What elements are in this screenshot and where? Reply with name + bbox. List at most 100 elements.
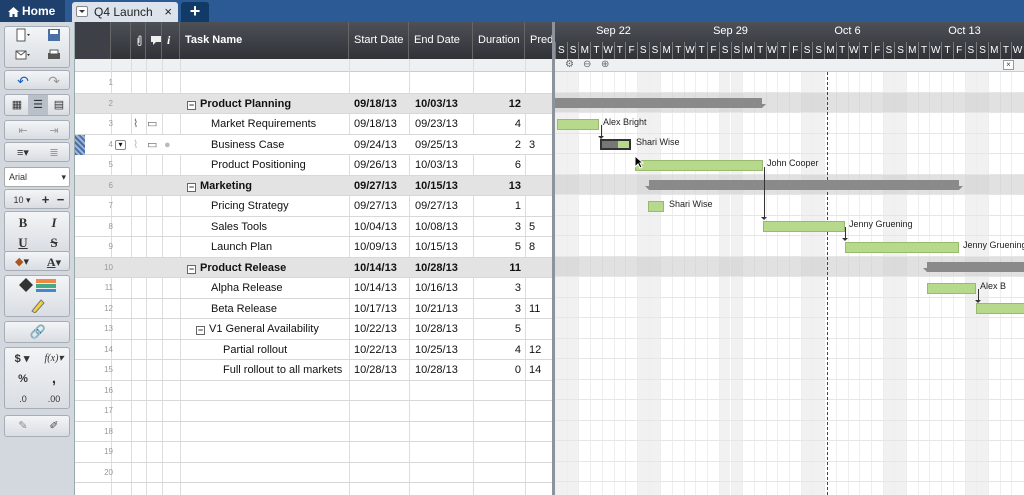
predecessors-cell[interactable] — [529, 463, 552, 483]
duration-cell[interactable]: 3 — [473, 217, 521, 237]
table-row[interactable]: 13− V1 General Availability 10/22/13 10/28/… — [75, 319, 552, 340]
collapse-toggle-icon[interactable]: − — [187, 264, 196, 274]
conditional-format-button[interactable] — [7, 277, 69, 297]
duration-cell[interactable] — [473, 463, 521, 483]
predecessors-cell[interactable] — [529, 278, 552, 298]
start-date-cell[interactable]: 09/26/13 — [354, 155, 408, 175]
end-date-cell[interactable] — [415, 73, 473, 93]
end-date-header[interactable]: End Date — [409, 22, 473, 59]
end-date-cell[interactable]: 10/28/13 — [415, 360, 473, 380]
info-header[interactable]: i — [162, 22, 180, 59]
table-row[interactable]: 9 Launch Plan 10/09/13 10/15/13 5 8 — [75, 237, 552, 258]
comment-icon[interactable]: ▭ — [147, 114, 157, 134]
start-date-cell[interactable]: 09/18/13 — [354, 94, 408, 114]
end-date-cell[interactable]: 10/28/13 — [415, 319, 473, 339]
duration-cell[interactable]: 3 — [473, 278, 521, 298]
table-row[interactable]: 1 — [75, 73, 552, 94]
start-date-cell[interactable]: 10/14/13 — [354, 258, 408, 278]
strikethrough-button[interactable]: S — [41, 233, 67, 253]
start-date-cell[interactable] — [354, 442, 408, 462]
duration-cell[interactable]: 11 — [473, 258, 521, 278]
duration-cell[interactable] — [473, 422, 521, 442]
comment-icon[interactable]: ▭ — [147, 135, 157, 155]
highlight-changes-button[interactable] — [7, 297, 69, 317]
start-date-cell[interactable]: 10/09/13 — [354, 237, 408, 257]
decrease-font-icon[interactable]: − — [53, 190, 68, 210]
start-date-cell[interactable]: 09/27/13 — [354, 196, 408, 216]
row-menu-dropdown[interactable]: ▾ — [115, 139, 126, 150]
duration-cell[interactable]: 1 — [473, 196, 521, 216]
start-date-cell[interactable]: 10/28/13 — [354, 360, 408, 380]
increase-decimal-button[interactable]: .00 — [41, 389, 67, 409]
currency-button[interactable]: $ ▾ — [7, 349, 37, 369]
table-row[interactable]: 20 — [75, 463, 552, 483]
end-date-cell[interactable]: 10/15/13 — [415, 237, 473, 257]
start-date-cell[interactable] — [354, 73, 408, 93]
zoom-in-icon[interactable]: ⊕ — [601, 59, 609, 71]
new-sheet-button[interactable] — [9, 28, 37, 48]
duration-cell[interactable]: 2 — [473, 135, 521, 155]
close-gantt-icon[interactable]: × — [1003, 60, 1014, 70]
task-name-cell[interactable]: − Product Release — [187, 258, 355, 278]
predecessors-cell[interactable]: 11 — [529, 299, 552, 319]
table-row[interactable]: 17 — [75, 401, 552, 422]
table-row[interactable]: 12 Beta Release 10/17/13 10/21/13 3 11 — [75, 299, 552, 319]
duration-cell[interactable]: 4 — [473, 340, 521, 360]
summary-bar-product-release[interactable] — [923, 262, 1024, 272]
end-date-cell[interactable]: 09/23/13 — [415, 114, 473, 134]
text-color-button[interactable]: A▾ — [39, 252, 69, 272]
duration-cell[interactable]: 0 — [473, 360, 521, 380]
save-button[interactable] — [41, 28, 67, 48]
start-date-cell[interactable] — [354, 381, 408, 401]
table-row[interactable]: 11 Alpha Release 10/14/13 10/16/13 3 — [75, 278, 552, 299]
italic-button[interactable]: I — [41, 213, 67, 233]
bold-button[interactable]: B — [9, 213, 37, 233]
end-date-cell[interactable] — [415, 463, 473, 483]
wrap-text-icon[interactable]: ≣ — [41, 143, 67, 163]
percent-button[interactable]: % — [9, 369, 37, 389]
print-button[interactable] — [41, 48, 67, 68]
outdent-icon[interactable]: ⇤ — [9, 121, 37, 141]
start-date-header[interactable]: Start Date — [349, 22, 409, 59]
start-date-cell[interactable]: 10/04/13 — [354, 217, 408, 237]
table-row[interactable]: 5 Product Positioning 09/26/13 10/03/13 6 — [75, 155, 552, 176]
start-date-cell[interactable]: 09/18/13 — [354, 114, 408, 134]
email-button[interactable] — [9, 48, 37, 68]
duration-header[interactable]: Duration — [473, 22, 525, 59]
duration-cell[interactable]: 6 — [473, 155, 521, 175]
comment-header[interactable] — [146, 22, 162, 59]
proofing-icon[interactable]: ● — [164, 135, 171, 155]
task-bar-sales-tools[interactable] — [763, 221, 845, 232]
end-date-cell[interactable]: 10/25/13 — [415, 340, 473, 360]
predecessors-cell[interactable]: 12 — [529, 340, 552, 360]
indent-icon[interactable]: ⇥ — [41, 121, 67, 141]
end-date-cell[interactable]: 10/28/13 — [415, 258, 473, 278]
predecessors-cell[interactable] — [529, 196, 552, 216]
predecessors-cell[interactable] — [529, 401, 552, 421]
predecessors-cell[interactable] — [529, 258, 552, 278]
start-date-cell[interactable]: 09/24/13 — [354, 135, 408, 155]
task-name-cell[interactable]: − Marketing — [187, 176, 355, 196]
task-bar-pricing-strategy[interactable] — [648, 201, 664, 212]
gantt-view-icon[interactable]: ☰ — [28, 95, 48, 115]
align-dropdown-icon[interactable]: ≡▾ — [9, 143, 37, 163]
select-all-cell[interactable] — [75, 22, 111, 59]
table-row[interactable]: 15 Full rollout to all markets 10/28/13 10/… — [75, 360, 552, 381]
table-row[interactable]: 19 — [75, 442, 552, 463]
start-date-cell[interactable]: 10/14/13 — [354, 278, 408, 298]
predecessors-cell[interactable]: 3 — [529, 135, 552, 155]
start-date-cell[interactable] — [354, 401, 408, 421]
grid-view-icon[interactable]: ▦ — [7, 95, 27, 115]
end-date-cell[interactable]: 10/03/13 — [415, 155, 473, 175]
clear-format-icon[interactable]: ✎ — [9, 416, 37, 436]
end-date-cell[interactable] — [415, 422, 473, 442]
close-tab-icon[interactable]: × — [164, 3, 172, 21]
predecessors-cell[interactable] — [529, 422, 552, 442]
attachment-icon[interactable]: ⌇ — [133, 114, 138, 134]
increase-font-icon[interactable]: + — [38, 190, 53, 210]
table-row[interactable]: 14 Partial rollout 10/22/13 10/25/13 4 12 — [75, 340, 552, 360]
task-bar-business-case[interactable] — [600, 139, 631, 150]
start-date-cell[interactable] — [354, 463, 408, 483]
collapse-toggle-icon[interactable]: − — [187, 100, 196, 110]
hyperlink-icon[interactable]: 🔗 — [7, 322, 69, 342]
